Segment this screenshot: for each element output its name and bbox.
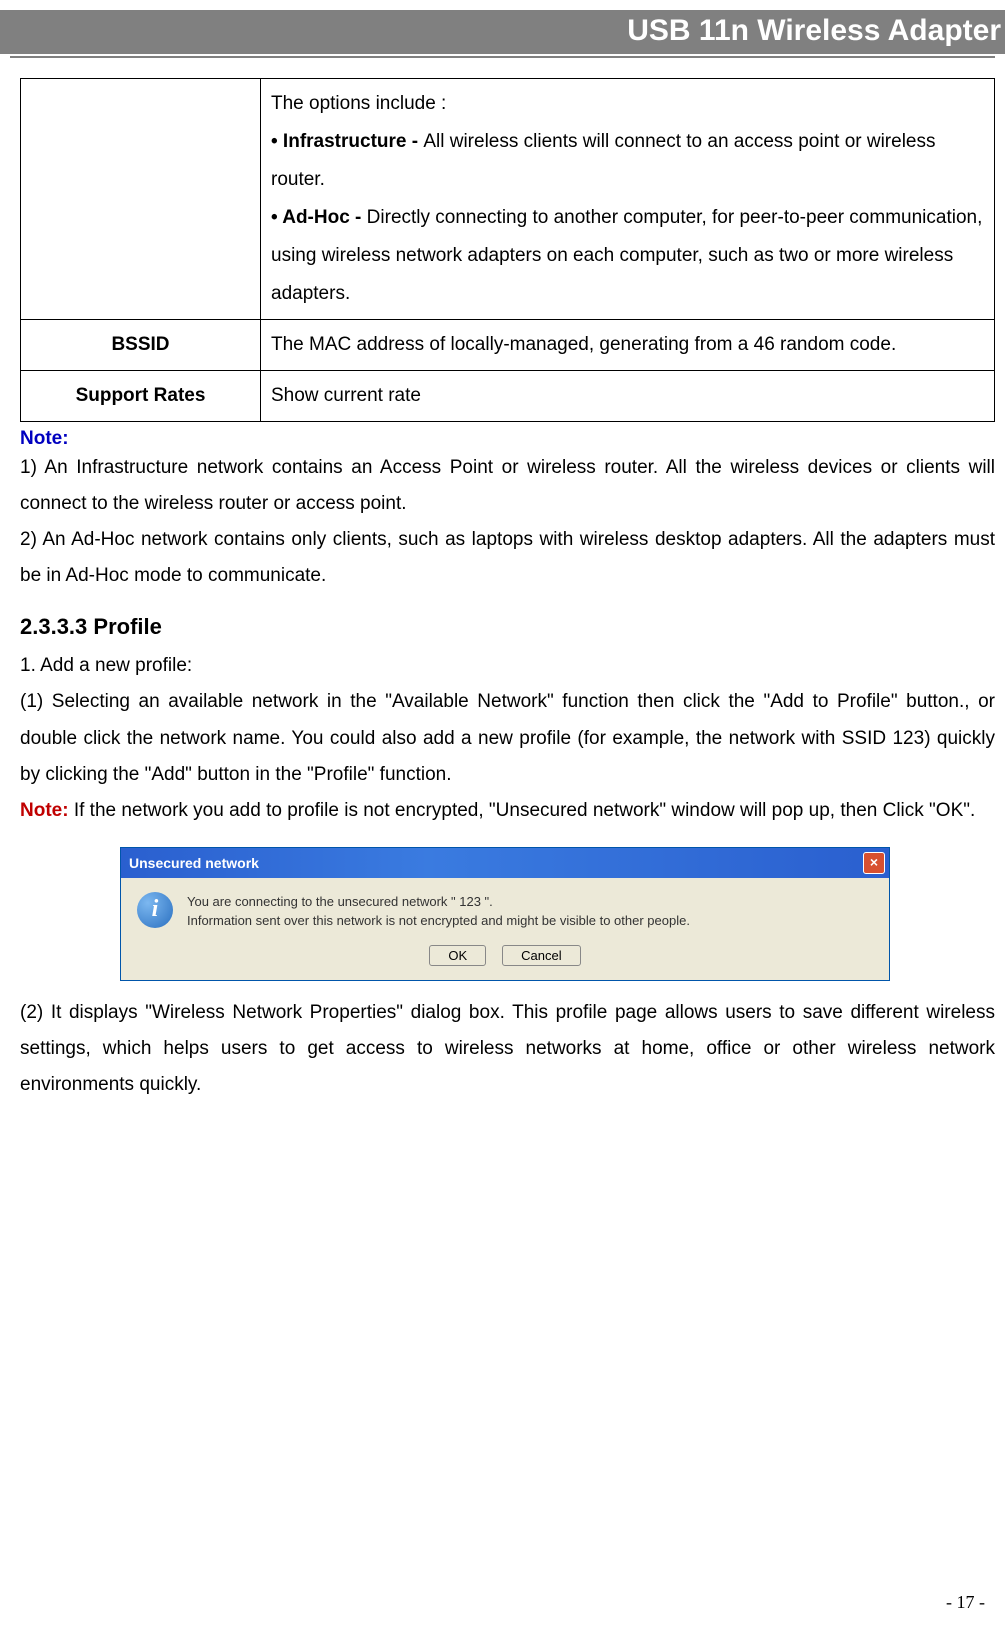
option-infrastructure: • Infrastructure - All wireless clients … [271,123,984,199]
dialog-title: Unsecured network [129,855,863,871]
info-icon [137,892,173,928]
header-title: USB 11n Wireless Adapter [627,14,1001,47]
dialog-body: You are connecting to the unsecured netw… [121,878,889,937]
bullet-label: • Ad-Hoc - [271,207,367,228]
table-cell-bssid-text: The MAC address of locally-managed, gene… [261,320,995,371]
definitions-table: The options include : • Infrastructure -… [20,78,995,422]
option-adhoc: • Ad-Hoc - Directly connecting to anothe… [271,199,984,313]
profile-p3: (2) It displays "Wireless Network Proper… [20,995,995,1103]
dialog-line-1: You are connecting to the unsecured netw… [187,892,690,912]
table-cell-rates-text: Show current rate [261,371,995,422]
dialog-screenshot: Unsecured network × You are connecting t… [120,847,890,981]
ok-button[interactable]: OK [429,945,486,966]
note-line-1: 1) An Infrastructure network contains an… [20,450,995,522]
table-cell-options: The options include : • Infrastructure -… [261,79,995,320]
unsecured-dialog: Unsecured network × You are connecting t… [120,847,890,981]
table-cell-label-rates: Support Rates [21,371,261,422]
table-row: BSSID The MAC address of locally-managed… [21,320,995,371]
dialog-button-row: OK Cancel [121,937,889,980]
page-number: - 17 - [946,1592,985,1613]
cancel-button[interactable]: Cancel [502,945,580,966]
table-cell-label-empty [21,79,261,320]
note-text-inline: If the network you add to profile is not… [69,800,976,821]
section-heading-profile: 2.3.3.3 Profile [20,614,995,640]
dialog-message: You are connecting to the unsecured netw… [187,892,690,931]
page-content: The options include : • Infrastructure -… [0,58,1005,1103]
page-header: USB 11n Wireless Adapter [0,10,1005,54]
bullet-text: Directly connecting to another computer,… [271,207,982,304]
note-label: Note: [20,428,69,449]
note-block: Note: [20,428,995,450]
note-line-2: 2) An Ad-Hoc network contains only clien… [20,522,995,594]
table-cell-label-bssid: BSSID [21,320,261,371]
close-icon[interactable]: × [863,852,885,874]
note-label-inline: Note: [20,800,69,821]
dialog-line-2: Information sent over this network is no… [187,911,690,931]
profile-note: Note: If the network you add to profile … [20,793,995,829]
profile-p2: (1) Selecting an available network in th… [20,684,995,792]
table-row: Support Rates Show current rate [21,371,995,422]
bullet-label: • Infrastructure - [271,131,423,152]
table-row: The options include : • Infrastructure -… [21,79,995,320]
options-intro: The options include : [271,85,984,123]
profile-p1: 1. Add a new profile: [20,648,995,684]
dialog-titlebar: Unsecured network × [121,848,889,878]
